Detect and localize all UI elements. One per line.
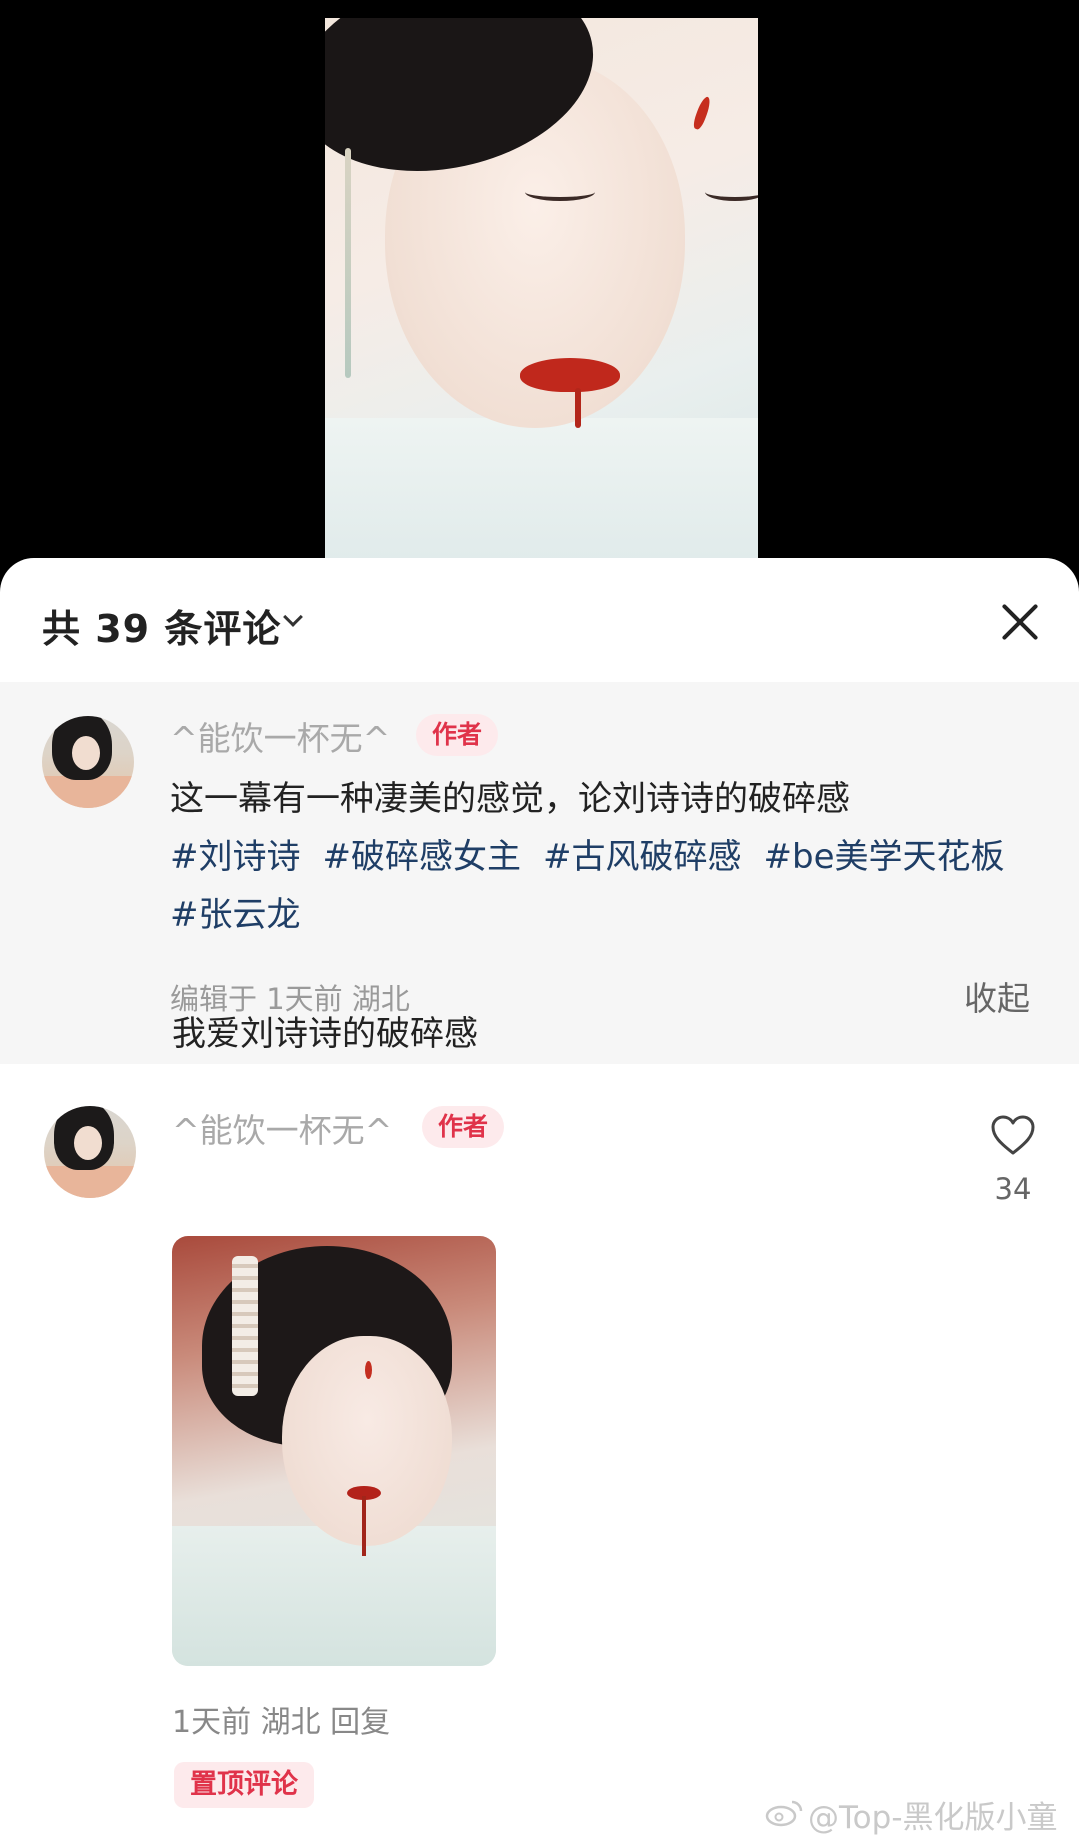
comment-image[interactable] <box>172 1236 496 1666</box>
close-icon[interactable] <box>998 600 1042 644</box>
image-hair-ornament <box>232 1256 258 1396</box>
video-area[interactable] <box>0 0 1079 580</box>
hashtag[interactable]: #张云龙 <box>170 895 301 935</box>
avatar-dress <box>44 1166 136 1198</box>
video-forehead-mark <box>691 95 713 131</box>
comment-author-badge: 作者 <box>422 1106 505 1148</box>
chevron-down-icon[interactable] <box>283 607 303 627</box>
comment-text: 我爱刘诗诗的破碎感 <box>172 1014 478 1054</box>
watermark: @Top-黑化版小童鞋 <box>808 1800 1058 1836</box>
collapse-button[interactable]: 收起 <box>964 972 1030 1020</box>
avatar-face <box>72 736 100 770</box>
hashtag-list: #刘诗诗 #破碎感女主 #古风破碎感 #be美学天花板 #张云龙 <box>170 828 1040 944</box>
video-eye-right <box>705 183 758 201</box>
like-count: 34 <box>994 1172 1032 1206</box>
video-thumbnail[interactable] <box>325 18 758 558</box>
video-blood-drop <box>575 388 581 428</box>
comment-avatar[interactable] <box>44 1106 136 1198</box>
sheet-header: 共 39 条评论 <box>0 558 1079 682</box>
video-earring <box>345 148 351 378</box>
video-lips <box>520 358 620 392</box>
comment-meta[interactable]: 1天前 湖北 回复 <box>172 1697 390 1741</box>
comments-sheet: 共 39 条评论 ^能饮一杯无^ 作者 这一幕有一种凄美的感觉，论刘诗诗的破碎感… <box>0 558 1079 1837</box>
hashtag[interactable]: #刘诗诗 <box>170 837 301 877</box>
post-description: ^能饮一杯无^ 作者 这一幕有一种凄美的感觉，论刘诗诗的破碎感 #刘诗诗 #破碎感… <box>0 682 1079 1064</box>
username[interactable]: ^能饮一杯无^ <box>170 712 390 760</box>
hashtag[interactable]: #破碎感女主 <box>323 837 522 877</box>
pinned-comment-tag: 置顶评论 <box>174 1762 314 1808</box>
comment-count[interactable]: 共 39 条评论 <box>42 598 281 653</box>
hashtag[interactable]: #be美学天花板 <box>764 837 1005 877</box>
avatar[interactable] <box>42 716 134 808</box>
video-eye-left <box>525 183 595 201</box>
image-blood-drop <box>362 1496 366 1556</box>
avatar-face <box>74 1126 102 1160</box>
image-forehead-mark <box>365 1361 372 1379</box>
post-text: 这一幕有一种凄美的感觉，论刘诗诗的破碎感 <box>170 779 850 819</box>
hashtag[interactable]: #古风破碎感 <box>543 837 742 877</box>
author-badge: 作者 <box>416 714 499 756</box>
avatar-dress <box>42 776 134 808</box>
heart-icon[interactable] <box>990 1114 1036 1156</box>
video-robe <box>325 418 758 558</box>
image-robe <box>172 1526 496 1666</box>
comment-username[interactable]: ^能饮一杯无^ <box>172 1104 392 1152</box>
